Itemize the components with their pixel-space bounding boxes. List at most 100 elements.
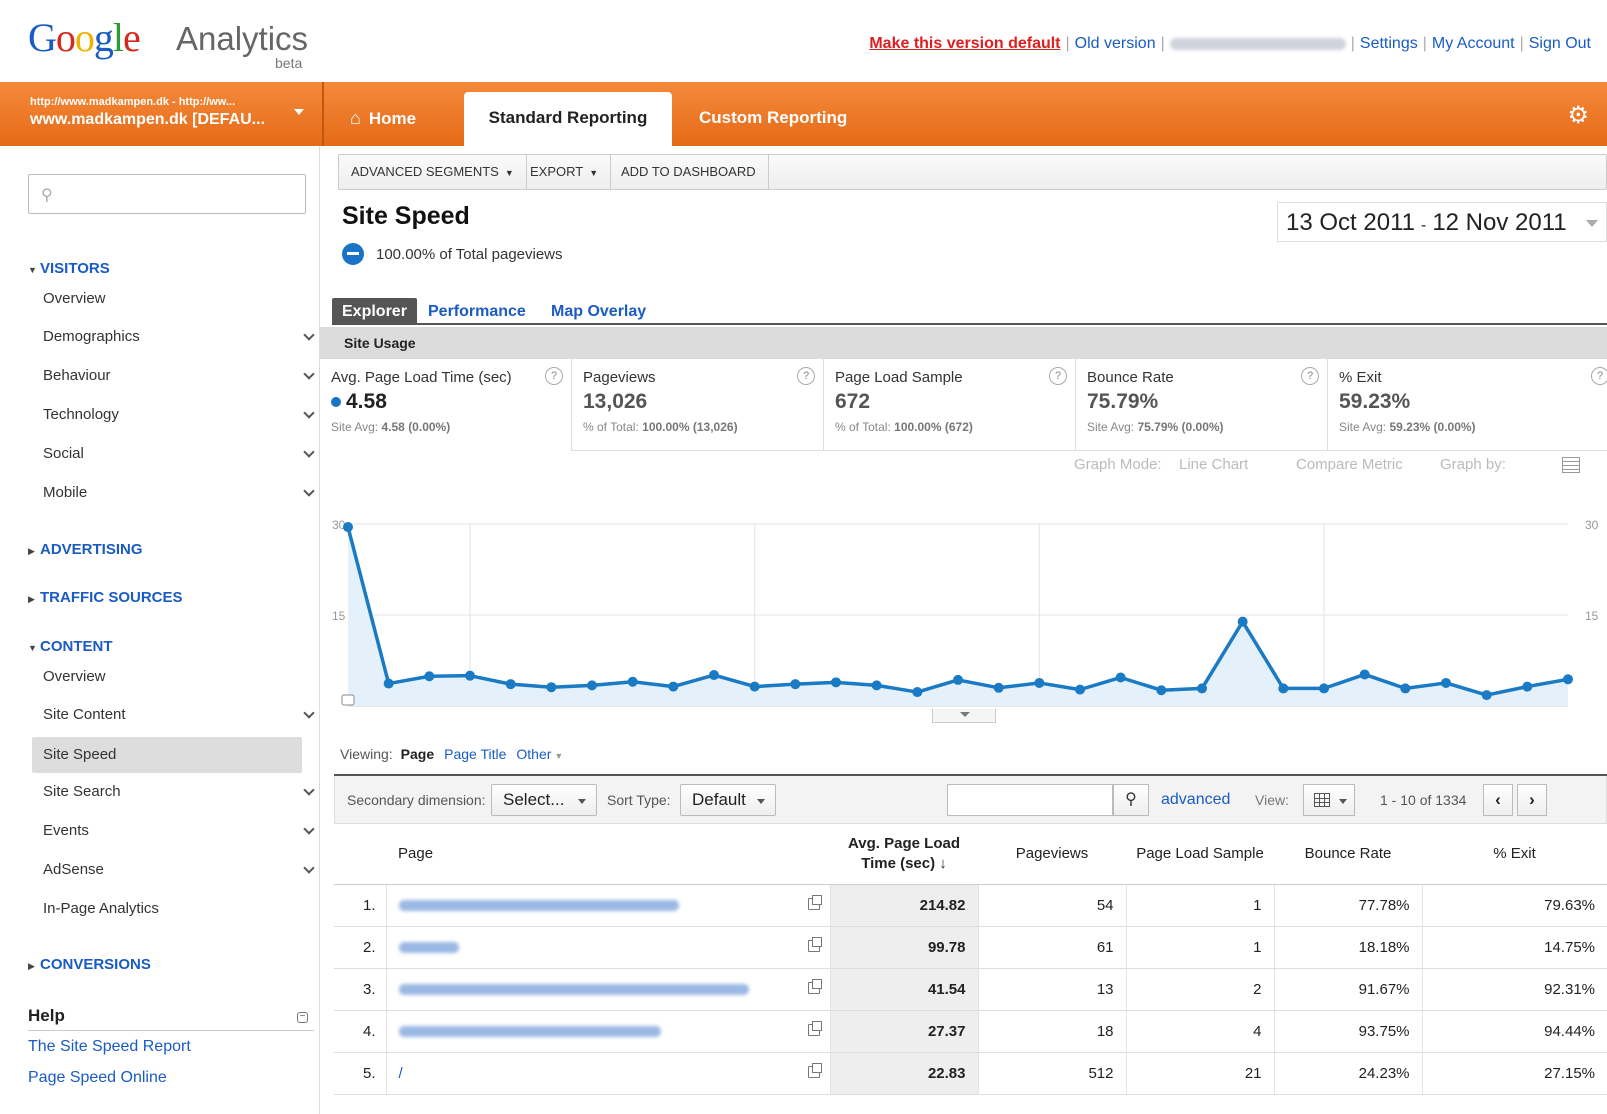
sort-type-select[interactable]: Default: [680, 784, 776, 816]
col-avg-load-time[interactable]: Avg. Page Load Time (sec) ↓: [830, 824, 978, 885]
external-link-icon[interactable]: [807, 894, 822, 910]
sidebar-item-mobile[interactable]: Mobile: [43, 484, 315, 501]
sidebar-search-input[interactable]: ⚲: [28, 174, 306, 214]
metric-page-load-sample[interactable]: Page Load Sample ? 672 % of Total: 100.0…: [824, 359, 1076, 451]
sidebar-item-demographics[interactable]: Demographics: [43, 328, 315, 345]
help-icon[interactable]: ?: [1049, 367, 1067, 385]
sign-out-link[interactable]: Sign Out: [1529, 35, 1591, 52]
y-tick-label-left: 15: [332, 609, 346, 623]
advanced-segments-button[interactable]: ADVANCED SEGMENTS ▼: [339, 155, 527, 189]
cell-exit: 14.75%: [1422, 926, 1607, 969]
tab-explorer[interactable]: Explorer: [332, 298, 417, 325]
help-icon[interactable]: ?: [1591, 367, 1607, 385]
sidebar-item-technology[interactable]: Technology: [43, 406, 315, 423]
sort-desc-icon: ↓: [939, 854, 947, 872]
metric-subtext: Site Avg: 4.58 (0.00%): [331, 420, 571, 434]
metric-sub-value: 100.00% (672): [894, 420, 973, 434]
tab-performance[interactable]: Performance: [418, 298, 536, 325]
calendar-icon[interactable]: [1562, 457, 1580, 473]
section-visitors[interactable]: ▼ VISITORS: [28, 260, 110, 277]
graph-mode-select[interactable]: Line Chart: [1179, 456, 1248, 473]
external-link-icon[interactable]: [807, 1020, 822, 1036]
table-search-input[interactable]: [947, 784, 1113, 816]
advanced-filter-link[interactable]: advanced: [1161, 791, 1230, 809]
sidebar-item-behaviour[interactable]: Behaviour: [43, 367, 315, 384]
sidebar-item-events[interactable]: Events: [43, 822, 315, 839]
tab-custom-reporting[interactable]: Custom Reporting: [699, 92, 847, 146]
sidebar-item-in-page-analytics[interactable]: In-Page Analytics: [43, 900, 313, 917]
metric-bounce-rate[interactable]: Bounce Rate ? 75.79% Site Avg: 75.79% (0…: [1076, 359, 1328, 451]
metric-avg-page-load-time[interactable]: Avg. Page Load Time (sec) ? 4.58 Site Av…: [320, 359, 572, 451]
col-page-load-sample[interactable]: Page Load Sample: [1126, 824, 1274, 885]
compare-metric-button[interactable]: Compare Metric: [1296, 456, 1403, 473]
metric-sub-prefix: % of Total:: [583, 420, 639, 434]
chart-collapse-handle[interactable]: [932, 709, 996, 723]
add-to-dashboard-button[interactable]: ADD TO DASHBOARD: [609, 155, 769, 189]
section-traffic-sources[interactable]: ▶ TRAFFIC SOURCES: [28, 589, 183, 606]
settings-link[interactable]: Settings: [1360, 35, 1418, 52]
external-link-icon[interactable]: [807, 1062, 822, 1078]
sidebar-item-content-overview[interactable]: Overview: [43, 668, 313, 685]
help-icon[interactable]: ?: [1301, 367, 1319, 385]
make-default-link[interactable]: Make this version default: [869, 35, 1060, 52]
col-page[interactable]: Page: [386, 824, 830, 885]
page-cell[interactable]: /: [386, 1052, 831, 1095]
metric-pageviews[interactable]: Pageviews ? 13,026 % of Total: 100.00% (…: [572, 359, 824, 451]
caret-down-icon: [1586, 220, 1598, 227]
account-selector[interactable]: http://www.madkampen.dk - http://ww... w…: [0, 82, 324, 146]
chevron-down-icon: [303, 368, 315, 380]
help-icon[interactable]: ?: [797, 367, 815, 385]
previous-page-button[interactable]: ‹: [1483, 784, 1513, 816]
col-pageviews[interactable]: Pageviews: [978, 824, 1126, 885]
help-link-site-speed-report[interactable]: The Site Speed Report: [28, 1038, 191, 1056]
tab-map-overlay[interactable]: Map Overlay: [541, 298, 656, 325]
sidebar-item-adsense[interactable]: AdSense: [43, 861, 315, 878]
external-link-icon[interactable]: [807, 978, 822, 994]
sidebar-item-site-content[interactable]: Site Content: [43, 706, 315, 723]
sidebar-item-visitors-overview[interactable]: Overview: [43, 290, 313, 307]
my-account-link[interactable]: My Account: [1432, 35, 1515, 52]
dimension-page-title[interactable]: Page Title: [444, 746, 506, 762]
dimension-other[interactable]: Other: [516, 746, 551, 762]
tab-home[interactable]: ⌂ Home: [350, 92, 416, 146]
data-point: [343, 522, 353, 533]
page-path[interactable]: /: [399, 1065, 403, 1082]
date-range-picker[interactable]: 13 Oct 2011-12 Nov 2011: [1277, 202, 1607, 242]
view-type-select[interactable]: [1303, 784, 1355, 816]
section-advertising-label: ADVERTISING: [40, 541, 143, 558]
page-cell[interactable]: [386, 1010, 831, 1053]
help-link-page-speed-online[interactable]: Page Speed Online: [28, 1069, 167, 1087]
col-exit[interactable]: % Exit: [1422, 824, 1607, 885]
next-page-button[interactable]: ›: [1517, 784, 1547, 816]
old-version-link[interactable]: Old version: [1075, 35, 1156, 52]
tab-site-usage[interactable]: Site Usage: [344, 335, 416, 351]
page-cell[interactable]: [386, 968, 831, 1011]
section-content[interactable]: ▼ CONTENT: [28, 638, 113, 655]
secondary-dimension-select[interactable]: Select...: [491, 784, 597, 816]
metric-sub-prefix: % of Total:: [835, 420, 891, 434]
external-link-icon[interactable]: [807, 936, 822, 952]
sidebar-item-site-speed[interactable]: Site Speed: [32, 737, 302, 773]
dimension-page[interactable]: Page: [401, 746, 434, 762]
metric-exit-rate[interactable]: % Exit ? 59.23% Site Avg: 59.23% (0.00%): [1328, 359, 1607, 451]
sidebar-item-site-search[interactable]: Site Search: [43, 783, 315, 800]
export-button[interactable]: EXPORT ▼: [518, 155, 612, 189]
help-icon[interactable]: ?: [545, 367, 563, 385]
help-divider: [28, 1030, 314, 1031]
section-advertising[interactable]: ▶ ADVERTISING: [28, 541, 143, 558]
site-usage-bar: Site Usage: [320, 327, 1607, 359]
page-cell[interactable]: [386, 926, 831, 969]
metric-label: Pageviews: [583, 369, 656, 386]
tab-standard-reporting[interactable]: Standard Reporting: [464, 92, 672, 146]
google-logo[interactable]: Google: [28, 14, 141, 61]
col-bounce-rate[interactable]: Bounce Rate: [1274, 824, 1422, 885]
metric-sub-value: 75.79% (0.00%): [1137, 420, 1224, 434]
row-index: 4.: [334, 1010, 387, 1053]
search-button[interactable]: ⚲: [1113, 784, 1149, 816]
section-conversions[interactable]: ▶ CONVERSIONS: [28, 956, 151, 973]
sidebar-item-social[interactable]: Social: [43, 445, 315, 462]
gear-icon[interactable]: ⚙: [1567, 104, 1589, 128]
caret-down-icon: [757, 799, 765, 804]
collapse-icon[interactable]: −: [297, 1012, 308, 1023]
page-cell[interactable]: [386, 884, 831, 927]
